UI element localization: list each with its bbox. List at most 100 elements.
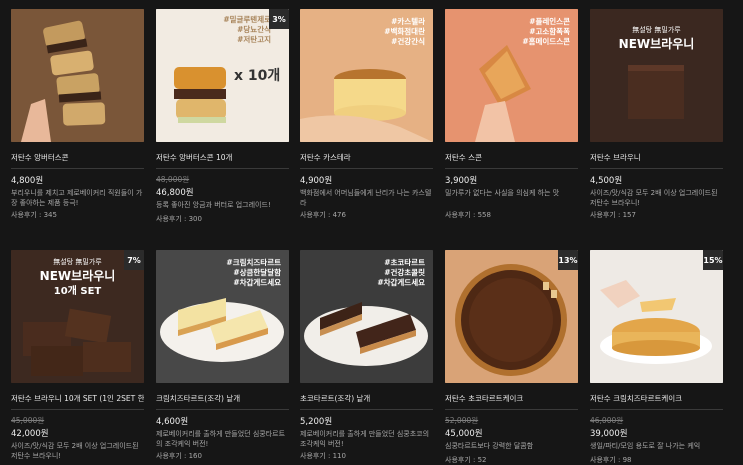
review-count: 사용후기 : 558 — [445, 211, 491, 219]
product-card[interactable]: 15% 저탄수 크림치즈타르트케이크 46,000원 39,000원 생일/파티… — [590, 250, 723, 465]
divider — [300, 409, 433, 410]
product-price: 39,000원 — [590, 429, 628, 439]
product-title[interactable]: 초코타르트(조각) 낱개 — [300, 393, 433, 405]
product-price: 4,600원 — [156, 417, 189, 427]
review-count: 사용후기 : 345 — [11, 211, 57, 219]
hashtag: #고소함폭폭 — [529, 27, 570, 36]
product-card[interactable]: #플레인스콘 #고소함폭폭 #홈메이드스콘 저탄수 스콘 3,900원 밀가루가… — [445, 9, 578, 220]
divider — [156, 168, 289, 169]
discount-badge: 7% — [124, 250, 144, 270]
original-price: 46,000원 — [590, 416, 624, 425]
product-description: 사이즈/맛/식감 모두 2배 이상 업그레이드된 저탄수 브라우니! — [11, 442, 139, 460]
product-price: 4,500원 — [590, 176, 623, 186]
hashtag: #플레인스콘 — [529, 17, 570, 26]
hashtag-list: #초코타르트 #건강초콜릿 #차갑게드세요 — [377, 258, 425, 288]
hashtag: #건강초콜릿 — [384, 268, 425, 277]
product-image[interactable]: 無설탕 無밀가루 NEW브라우니 — [590, 9, 723, 142]
hashtag: #크림치즈타르트 — [226, 258, 281, 267]
discount-badge: 3% — [269, 9, 289, 29]
product-image[interactable]: #카스텔라 #백화점대란 #건강간식 — [300, 9, 433, 142]
product-description: 등록 좋아진 앙금과 버터로 업그레이드! — [156, 201, 271, 209]
discount-badge: 13% — [558, 250, 578, 270]
review-count: 사용후기 : 110 — [300, 452, 346, 460]
divider — [590, 168, 723, 169]
divider — [590, 409, 723, 410]
review-count: 사용후기 : 157 — [590, 211, 636, 219]
product-price: 46,800원 — [156, 188, 194, 198]
product-price: 4,900원 — [300, 176, 333, 186]
review-count: 사용후기 : 160 — [156, 452, 202, 460]
divider — [445, 168, 578, 169]
product-card[interactable]: #초코타르트 #건강초콜릿 #차갑게드세요 초코타르트(조각) 낱개 5,200… — [300, 250, 433, 461]
hashtag: #홈메이드스콘 — [522, 37, 570, 46]
product-description: 생일/파티/모임 용도로 잘 나가는 케익 — [590, 442, 701, 450]
product-price: 42,000원 — [11, 429, 49, 439]
hashtag: #초코타르트 — [384, 258, 425, 267]
product-card[interactable]: 無설탕 無밀가루 NEW브라우니 10개 SET 7% 저탄수 브라우니 10개… — [11, 250, 144, 461]
divider — [300, 168, 433, 169]
divider — [11, 409, 144, 410]
product-grid: 저탄수 앙버터스콘 4,800원 부리우니를 제치고 제로베이커리 직원들이 가… — [0, 0, 743, 464]
product-title[interactable]: 저탄수 앙버터스콘 10개 — [156, 152, 289, 164]
product-description: 사이즈/맛/식감 모두 2배 이상 업그레이드된 저탄수 브라우니! — [590, 189, 718, 207]
product-image[interactable]: 無설탕 無밀가루 NEW브라우니 10개 SET 7% — [11, 250, 144, 383]
product-image[interactable]: 15% — [590, 250, 723, 383]
product-title[interactable]: 저탄수 크림치즈타르트케이크 — [590, 393, 723, 405]
product-description: 제로베이커리를 출하게 만들었던 심쿵타르트의 조각케익 버전! — [156, 430, 286, 448]
product-card[interactable]: 저탄수 앙버터스콘 4,800원 부리우니를 제치고 제로베이커리 직원들이 가… — [11, 9, 144, 220]
review-count: 사용후기 : 52 — [445, 456, 487, 464]
product-title[interactable]: 저탄수 브라우니 10개 SET (1인 2SET 한정) — [11, 393, 144, 405]
product-price: 45,000원 — [445, 429, 483, 439]
product-card[interactable]: #카스텔라 #백화점대란 #건강간식 저탄수 카스테라 4,900원 백화점에서… — [300, 9, 433, 220]
product-description: 부리우니를 제치고 제로베이커리 직원들이 가장 좋아하는 제품 등극! — [11, 189, 143, 207]
review-count: 사용후기 : 476 — [300, 211, 346, 219]
hashtag: #백화점대란 — [384, 27, 425, 36]
hashtag: #저탄고지 — [237, 35, 271, 44]
product-description: 제로베이커리를 출하게 만들었던 심쿵초코의 조각케익 버전! — [300, 430, 430, 448]
review-count: 사용후기 : 300 — [156, 215, 202, 223]
divider — [156, 409, 289, 410]
product-image[interactable]: #플레인스콘 #고소함폭폭 #홈메이드스콘 — [445, 9, 578, 142]
hashtag-list: #크림치즈타르트 #상큼한달달함 #차갑게드세요 — [226, 258, 281, 288]
hashtag: #상큼한달달함 — [233, 268, 281, 277]
product-card[interactable]: #크림치즈타르트 #상큼한달달함 #차갑게드세요 크림치즈타르트(조각) 낱개 … — [156, 250, 289, 461]
product-description: 백화점에서 어머님들에게 난리가 나는 카스텔라 — [300, 189, 432, 207]
product-image[interactable]: #크림치즈타르트 #상큼한달달함 #차갑게드세요 — [156, 250, 289, 383]
quantity-overlay: x 10개 — [234, 68, 281, 84]
product-card[interactable]: #밀글루텐제로 #당뇨간식 #저탄고지 x 10개 3% 저탄수 앙버터스콘 1… — [156, 9, 289, 224]
product-title[interactable]: 저탄수 카스테라 — [300, 152, 433, 164]
product-description: 밀가루가 없다는 사실을 의심케 하는 맛 — [445, 189, 560, 197]
hashtag: #당뇨간식 — [237, 25, 271, 34]
overlay-set: 10개 SET — [53, 286, 102, 297]
product-image[interactable] — [11, 9, 144, 142]
hashtag-list: #플레인스콘 #고소함폭폭 #홈메이드스콘 — [522, 17, 570, 47]
overlay-subtitle: 無설탕 無밀가루 — [632, 26, 681, 34]
product-price: 3,900원 — [445, 176, 478, 186]
product-description: 심쿵타르트보다 강력한 달콤함 — [445, 442, 534, 450]
product-image[interactable]: #초코타르트 #건강초콜릿 #차갑게드세요 — [300, 250, 433, 383]
hashtag-list: #밀글루텐제로 #당뇨간식 #저탄고지 — [223, 15, 271, 45]
overlay-title: NEW브라우니 — [618, 37, 695, 51]
divider — [445, 409, 578, 410]
product-title[interactable]: 저탄수 브라우니 — [590, 152, 723, 164]
original-price: 52,000원 — [445, 416, 479, 425]
original-price: 45,000원 — [11, 416, 45, 425]
product-title[interactable]: 저탄수 앙버터스콘 — [11, 152, 144, 164]
product-card[interactable]: 13% 저탄수 초코타르트케이크 52,000원 45,000원 심쿵타르트보다… — [445, 250, 578, 465]
product-title[interactable]: 저탄수 스콘 — [445, 152, 578, 164]
original-price: 48,000원 — [156, 175, 190, 184]
review-count: 사용후기 : 98 — [590, 456, 632, 464]
hashtag: #차갑게드세요 — [377, 278, 425, 287]
hashtag: #차갑게드세요 — [233, 278, 281, 287]
product-image[interactable]: 13% — [445, 250, 578, 383]
hashtag: #밀글루텐제로 — [223, 15, 271, 24]
product-card[interactable]: 無설탕 無밀가루 NEW브라우니 저탄수 브라우니 4,500원 사이즈/맛/식… — [590, 9, 723, 220]
product-price: 5,200원 — [300, 417, 333, 427]
product-image[interactable]: #밀글루텐제로 #당뇨간식 #저탄고지 x 10개 3% — [156, 9, 289, 142]
product-title[interactable]: 크림치즈타르트(조각) 낱개 — [156, 393, 289, 405]
hashtag-list: #카스텔라 #백화점대란 #건강간식 — [384, 17, 425, 47]
divider — [11, 168, 144, 169]
hashtag: #건강간식 — [391, 37, 425, 46]
hashtag: #카스텔라 — [391, 17, 425, 26]
product-title[interactable]: 저탄수 초코타르트케이크 — [445, 393, 578, 405]
